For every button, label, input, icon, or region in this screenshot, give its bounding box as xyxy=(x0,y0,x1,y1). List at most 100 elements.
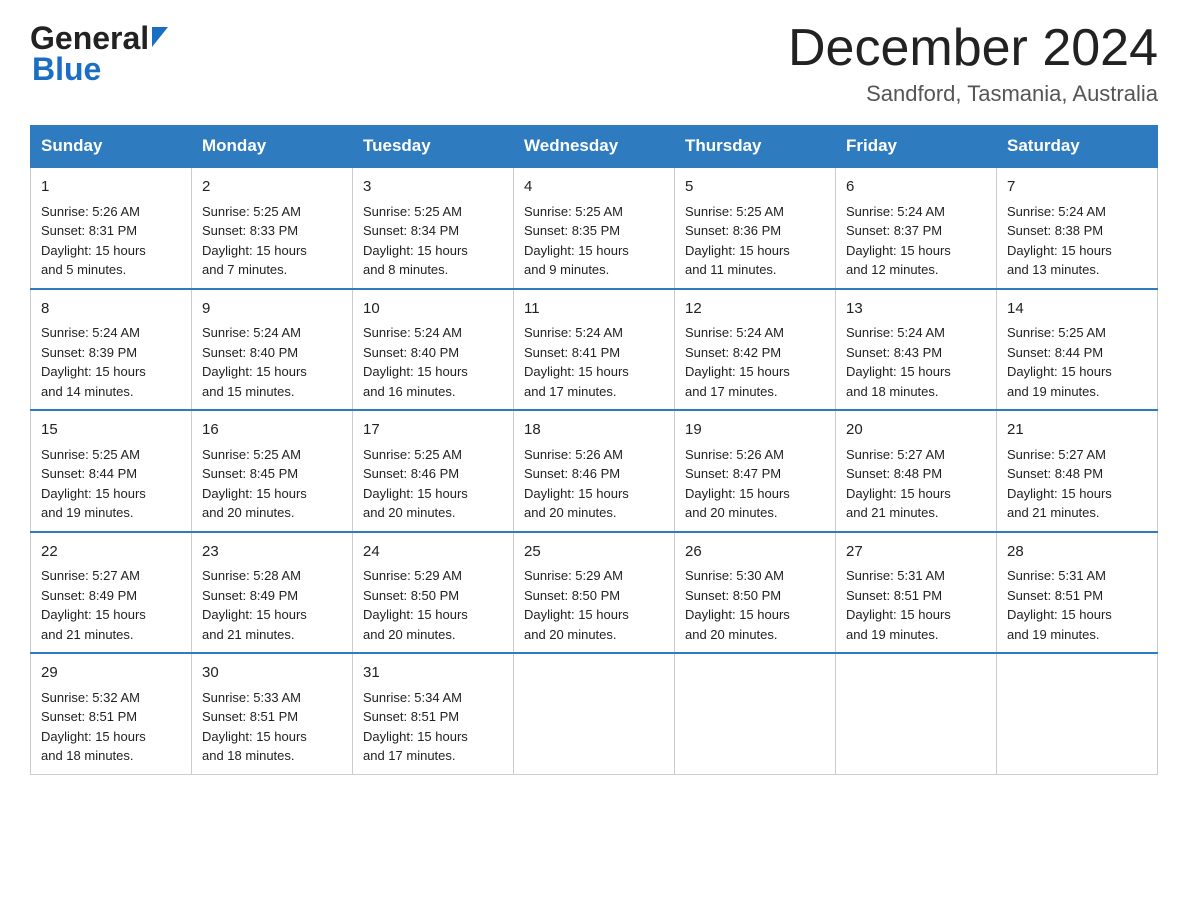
day-number: 14 xyxy=(1007,298,1147,321)
sunset-text: Sunset: 8:40 PM xyxy=(202,345,298,360)
daylight-text: Daylight: 15 hours xyxy=(202,607,307,622)
sunrise-text: Sunrise: 5:31 AM xyxy=(1007,568,1106,583)
calendar-cell xyxy=(514,653,675,774)
daylight-text: Daylight: 15 hours xyxy=(1007,486,1112,501)
daylight-text-2: and 20 minutes. xyxy=(363,627,456,642)
daylight-text-2: and 7 minutes. xyxy=(202,262,287,277)
calendar-cell xyxy=(997,653,1158,774)
daylight-text-2: and 17 minutes. xyxy=(685,384,778,399)
calendar-cell: 24Sunrise: 5:29 AMSunset: 8:50 PMDayligh… xyxy=(353,532,514,654)
daylight-text: Daylight: 15 hours xyxy=(524,486,629,501)
sunset-text: Sunset: 8:42 PM xyxy=(685,345,781,360)
daylight-text-2: and 9 minutes. xyxy=(524,262,609,277)
day-number: 2 xyxy=(202,176,342,199)
daylight-text-2: and 20 minutes. xyxy=(685,505,778,520)
sunrise-text: Sunrise: 5:25 AM xyxy=(363,447,462,462)
daylight-text-2: and 21 minutes. xyxy=(41,627,134,642)
location-title: Sandford, Tasmania, Australia xyxy=(788,81,1158,107)
sunrise-text: Sunrise: 5:25 AM xyxy=(363,204,462,219)
day-number: 10 xyxy=(363,298,503,321)
weekday-header-sunday: Sunday xyxy=(31,126,192,168)
daylight-text-2: and 19 minutes. xyxy=(1007,384,1100,399)
sunset-text: Sunset: 8:33 PM xyxy=(202,223,298,238)
daylight-text-2: and 17 minutes. xyxy=(524,384,617,399)
calendar-cell: 9Sunrise: 5:24 AMSunset: 8:40 PMDaylight… xyxy=(192,289,353,411)
logo-triangle-icon xyxy=(152,27,168,47)
day-number: 20 xyxy=(846,419,986,442)
sunset-text: Sunset: 8:50 PM xyxy=(685,588,781,603)
day-number: 6 xyxy=(846,176,986,199)
weekday-header-row: SundayMondayTuesdayWednesdayThursdayFrid… xyxy=(31,126,1158,168)
daylight-text: Daylight: 15 hours xyxy=(524,364,629,379)
calendar-cell: 15Sunrise: 5:25 AMSunset: 8:44 PMDayligh… xyxy=(31,410,192,532)
calendar-week-row: 22Sunrise: 5:27 AMSunset: 8:49 PMDayligh… xyxy=(31,532,1158,654)
sunrise-text: Sunrise: 5:31 AM xyxy=(846,568,945,583)
sunrise-text: Sunrise: 5:26 AM xyxy=(524,447,623,462)
sunrise-text: Sunrise: 5:26 AM xyxy=(41,204,140,219)
sunset-text: Sunset: 8:51 PM xyxy=(846,588,942,603)
calendar-week-row: 8Sunrise: 5:24 AMSunset: 8:39 PMDaylight… xyxy=(31,289,1158,411)
calendar-cell: 17Sunrise: 5:25 AMSunset: 8:46 PMDayligh… xyxy=(353,410,514,532)
day-number: 16 xyxy=(202,419,342,442)
calendar-cell: 25Sunrise: 5:29 AMSunset: 8:50 PMDayligh… xyxy=(514,532,675,654)
sunset-text: Sunset: 8:51 PM xyxy=(363,709,459,724)
daylight-text: Daylight: 15 hours xyxy=(363,364,468,379)
sunrise-text: Sunrise: 5:25 AM xyxy=(1007,325,1106,340)
daylight-text: Daylight: 15 hours xyxy=(524,607,629,622)
weekday-header-wednesday: Wednesday xyxy=(514,126,675,168)
sunset-text: Sunset: 8:44 PM xyxy=(1007,345,1103,360)
calendar-week-row: 15Sunrise: 5:25 AMSunset: 8:44 PMDayligh… xyxy=(31,410,1158,532)
sunset-text: Sunset: 8:46 PM xyxy=(524,466,620,481)
sunset-text: Sunset: 8:51 PM xyxy=(41,709,137,724)
calendar-cell: 29Sunrise: 5:32 AMSunset: 8:51 PMDayligh… xyxy=(31,653,192,774)
daylight-text: Daylight: 15 hours xyxy=(363,607,468,622)
weekday-header-friday: Friday xyxy=(836,126,997,168)
sunrise-text: Sunrise: 5:24 AM xyxy=(846,325,945,340)
day-number: 13 xyxy=(846,298,986,321)
calendar-cell xyxy=(675,653,836,774)
calendar-cell: 30Sunrise: 5:33 AMSunset: 8:51 PMDayligh… xyxy=(192,653,353,774)
title-area: December 2024 Sandford, Tasmania, Austra… xyxy=(788,20,1158,107)
daylight-text-2: and 20 minutes. xyxy=(524,627,617,642)
sunset-text: Sunset: 8:31 PM xyxy=(41,223,137,238)
calendar-cell: 19Sunrise: 5:26 AMSunset: 8:47 PMDayligh… xyxy=(675,410,836,532)
sunrise-text: Sunrise: 5:24 AM xyxy=(202,325,301,340)
daylight-text-2: and 20 minutes. xyxy=(685,627,778,642)
daylight-text-2: and 20 minutes. xyxy=(524,505,617,520)
daylight-text-2: and 21 minutes. xyxy=(202,627,295,642)
daylight-text: Daylight: 15 hours xyxy=(202,729,307,744)
day-number: 30 xyxy=(202,662,342,685)
sunrise-text: Sunrise: 5:29 AM xyxy=(363,568,462,583)
sunrise-text: Sunrise: 5:24 AM xyxy=(846,204,945,219)
day-number: 24 xyxy=(363,541,503,564)
day-number: 19 xyxy=(685,419,825,442)
calendar-week-row: 29 Sunrise: 5:32 AM Sunset: 8:51 PM Dayligh… xyxy=(31,653,1158,774)
daylight-text-2: and 17 minutes. xyxy=(363,748,456,763)
daylight-text-2: and 20 minutes. xyxy=(202,505,295,520)
daylight-text: Daylight: 15 hours xyxy=(846,243,951,258)
day-number: 26 xyxy=(685,541,825,564)
calendar-cell: 2Sunrise: 5:25 AMSunset: 8:33 PMDaylight… xyxy=(192,167,353,289)
weekday-header-thursday: Thursday xyxy=(675,126,836,168)
sunset-text: Sunset: 8:46 PM xyxy=(363,466,459,481)
sunset-text: Sunset: 8:48 PM xyxy=(846,466,942,481)
calendar-cell: 4Sunrise: 5:25 AMSunset: 8:35 PMDaylight… xyxy=(514,167,675,289)
sunrise-text: Sunrise: 5:30 AM xyxy=(685,568,784,583)
daylight-text-2: and 16 minutes. xyxy=(363,384,456,399)
sunrise-text: Sunrise: 5:24 AM xyxy=(1007,204,1106,219)
sunrise-text: Sunrise: 5:32 AM xyxy=(41,690,140,705)
daylight-text: Daylight: 15 hours xyxy=(685,243,790,258)
day-number: 21 xyxy=(1007,419,1147,442)
calendar-cell: 13Sunrise: 5:24 AMSunset: 8:43 PMDayligh… xyxy=(836,289,997,411)
sunset-text: Sunset: 8:38 PM xyxy=(1007,223,1103,238)
sunset-text: Sunset: 8:43 PM xyxy=(846,345,942,360)
daylight-text: Daylight: 15 hours xyxy=(363,243,468,258)
logo-area: General Blue xyxy=(30,20,168,88)
daylight-text-2: and 13 minutes. xyxy=(1007,262,1100,277)
sunrise-text: Sunrise: 5:25 AM xyxy=(202,204,301,219)
day-number: 11 xyxy=(524,298,664,321)
calendar-cell: 23Sunrise: 5:28 AMSunset: 8:49 PMDayligh… xyxy=(192,532,353,654)
day-number: 8 xyxy=(41,298,181,321)
day-number: 29 xyxy=(41,662,181,685)
sunrise-text: Sunrise: 5:25 AM xyxy=(41,447,140,462)
